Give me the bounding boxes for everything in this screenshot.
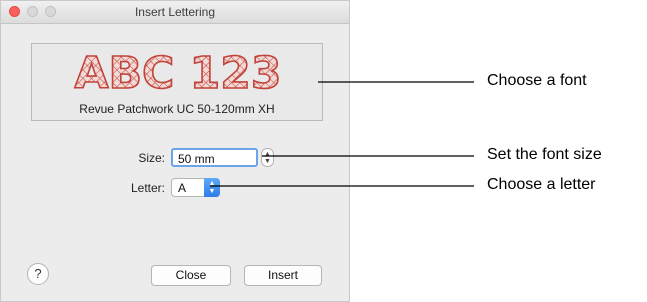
annotation-choose-font: Choose a font (487, 72, 587, 89)
annotation-set-size: Set the font size (487, 146, 602, 163)
annotation-choose-letter: Choose a letter (487, 176, 596, 193)
